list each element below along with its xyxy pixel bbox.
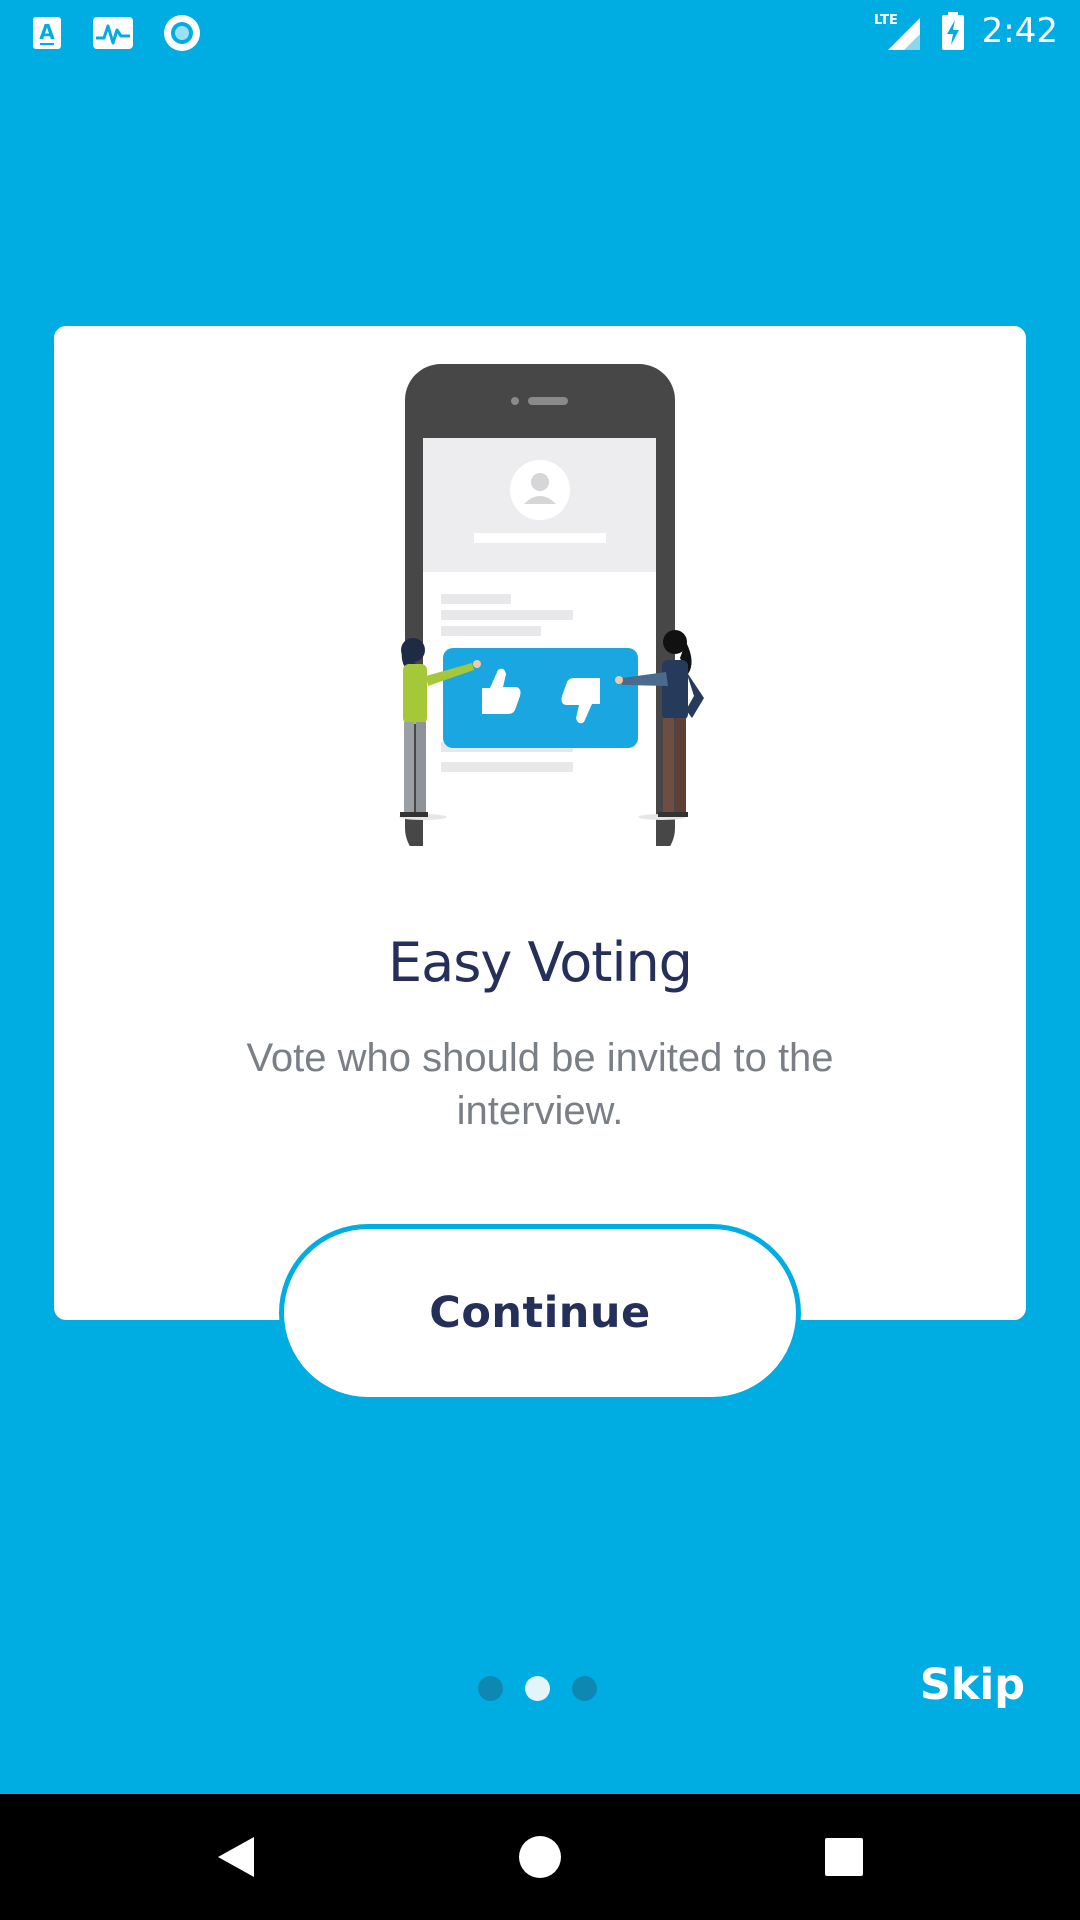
navigation-bar xyxy=(0,1794,1080,1920)
continue-button[interactable]: Continue xyxy=(279,1224,801,1402)
pager-dot-1[interactable] xyxy=(478,1676,503,1701)
svg-text:LTE: LTE xyxy=(874,13,898,28)
pager-dot-3[interactable] xyxy=(572,1676,597,1701)
status-bar: A LTE 2:42 xyxy=(0,0,1080,63)
lte-signal-icon: LTE xyxy=(874,13,920,50)
activity-icon xyxy=(93,17,133,49)
circle-app-icon xyxy=(164,15,200,51)
battery-charging-icon xyxy=(941,12,964,50)
back-button[interactable] xyxy=(176,1794,296,1920)
svg-text:A: A xyxy=(39,20,55,44)
pager-indicator xyxy=(478,1676,597,1701)
home-icon xyxy=(519,1836,561,1878)
skip-button[interactable]: Skip xyxy=(920,1660,1025,1710)
recents-icon xyxy=(825,1838,863,1876)
font-app-icon: A xyxy=(33,17,61,49)
onboarding-title: Easy Voting xyxy=(388,931,693,994)
home-button[interactable] xyxy=(480,1794,600,1920)
phone-voting-illustration xyxy=(399,364,704,846)
recents-button[interactable] xyxy=(784,1794,904,1920)
back-icon xyxy=(218,1837,254,1877)
continue-button-label: Continue xyxy=(429,1288,651,1338)
onboarding-description: Vote who should be invited to the interv… xyxy=(246,1036,834,1133)
onboarding-card: Easy Voting Vote who should be invited t… xyxy=(54,326,1026,1320)
status-time: 2:42 xyxy=(981,11,1058,51)
pager-dot-2-active[interactable] xyxy=(525,1676,550,1701)
